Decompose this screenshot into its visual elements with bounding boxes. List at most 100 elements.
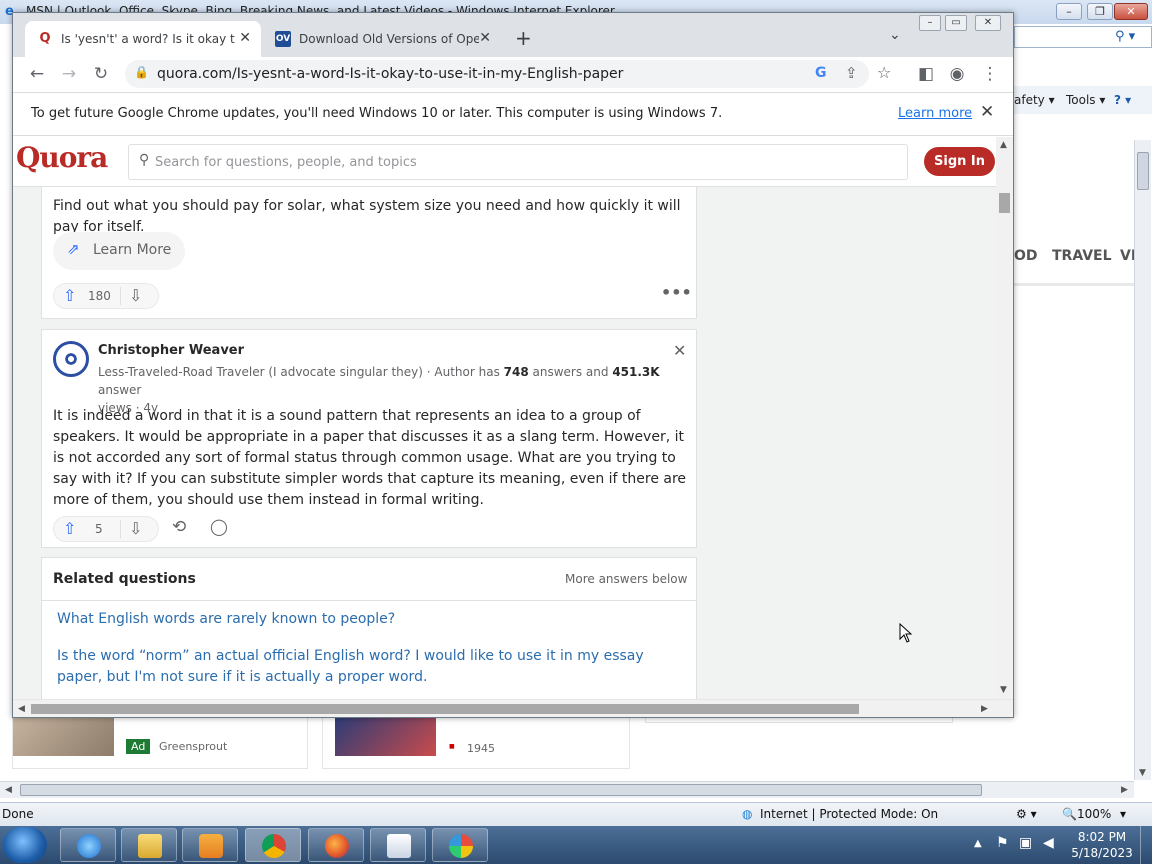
- ie-command-bar: afety ▾ Tools ▾ ? ▾: [1014, 86, 1152, 114]
- safety-menu[interactable]: afety ▾: [1014, 93, 1055, 107]
- profile-avatar-icon[interactable]: ◉: [946, 63, 968, 85]
- forward-icon[interactable]: →: [58, 63, 80, 85]
- scroll-left-icon[interactable]: ◀: [5, 785, 12, 795]
- close-infobar-icon[interactable]: ✕: [980, 102, 994, 122]
- share-icon[interactable]: ⟲: [172, 517, 186, 537]
- volume-icon[interactable]: ◀: [1043, 835, 1054, 851]
- upvote-icon[interactable]: ⇧: [63, 519, 76, 538]
- zoom-level[interactable]: 100%: [1077, 807, 1111, 821]
- bookmark-star-icon[interactable]: ☆: [877, 63, 891, 82]
- answer-text: It is indeed a word in that it is a soun…: [53, 408, 687, 508]
- credential-prefix: Less-Traveled-Road Traveler (I advocate …: [98, 365, 504, 379]
- share-icon[interactable]: ⇪: [845, 64, 858, 82]
- start-button[interactable]: [3, 827, 47, 863]
- ie-maximize-button[interactable]: ❐: [1087, 3, 1113, 20]
- minimize-button[interactable]: –: [919, 15, 941, 31]
- taskbar-firefox[interactable]: [308, 828, 364, 862]
- scroll-thumb[interactable]: [31, 704, 859, 714]
- quora-logo[interactable]: Quora: [16, 141, 108, 174]
- media-player-icon: [199, 834, 223, 858]
- scroll-thumb[interactable]: [20, 784, 982, 796]
- side-panel-icon[interactable]: ◧: [915, 63, 937, 85]
- scroll-up-icon[interactable]: ▲: [1000, 140, 1007, 150]
- related-question-link[interactable]: Is the word “norm” an actual official En…: [57, 646, 687, 688]
- scroll-right-icon[interactable]: ▶: [1121, 785, 1128, 795]
- zoom-dropdown-icon[interactable]: ▾: [1120, 807, 1126, 821]
- learn-more-link[interactable]: Learn more: [898, 106, 972, 121]
- card-image: [335, 716, 436, 756]
- answer-card: Christopher Weaver ✕ Less-Traveled-Road …: [41, 329, 697, 548]
- close-tab-icon[interactable]: ✕: [239, 30, 251, 46]
- views-count: 451.3K: [612, 365, 660, 379]
- taskbar-chrome[interactable]: [245, 828, 301, 862]
- upvote-icon[interactable]: ⇧: [63, 286, 76, 305]
- security-zone[interactable]: Internet | Protected Mode: On: [760, 807, 938, 821]
- ie-search-box[interactable]: ⚲ ▾: [1014, 26, 1152, 48]
- scroll-down-icon[interactable]: ▼: [1000, 685, 1007, 695]
- tab-strip: Q Is 'yesn't' a word? Is it okay to use …: [13, 13, 1013, 57]
- ie-vertical-scrollbar[interactable]: ▼: [1134, 140, 1151, 780]
- msn-card[interactable]: Ad Greensprout: [12, 715, 308, 769]
- author-name[interactable]: Christopher Weaver: [98, 343, 244, 358]
- help-icon[interactable]: ? ▾: [1114, 93, 1131, 107]
- action-center-icon[interactable]: ⚑: [996, 835, 1009, 851]
- scroll-left-icon[interactable]: ◀: [18, 704, 25, 714]
- comment-icon[interactable]: ◯: [210, 517, 228, 536]
- scroll-down-icon[interactable]: ▼: [1139, 768, 1146, 778]
- sign-in-button[interactable]: Sign In: [924, 147, 995, 176]
- page-vertical-scrollbar[interactable]: ▲ ▼: [996, 137, 1013, 699]
- new-tab-icon[interactable]: +: [515, 26, 532, 50]
- ie-horizontal-scrollbar[interactable]: ◀ ▶: [0, 781, 1134, 798]
- related-header: Related questions More answers below: [42, 558, 696, 601]
- search-box[interactable]: ⚲: [128, 144, 908, 180]
- search-input[interactable]: [155, 152, 895, 172]
- ie-close-button[interactable]: ✕: [1114, 3, 1148, 20]
- scroll-thumb[interactable]: [999, 193, 1010, 213]
- more-answers-label: More answers below: [565, 572, 688, 586]
- learn-more-button[interactable]: ⇗ Learn More: [53, 232, 185, 270]
- page-horizontal-scrollbar[interactable]: ◀ ▶: [13, 699, 1013, 717]
- related-question-link[interactable]: What English words are rarely known to p…: [57, 609, 687, 630]
- close-window-button[interactable]: ✕: [975, 15, 1001, 31]
- tools-menu[interactable]: Tools ▾: [1066, 93, 1105, 107]
- more-options-icon[interactable]: •••: [661, 283, 692, 302]
- close-tab-icon[interactable]: ✕: [479, 30, 491, 46]
- url-text[interactable]: quora.com/Is-yesnt-a-word-Is-it-okay-to-…: [157, 66, 623, 82]
- tab-quora[interactable]: Q Is 'yesn't' a word? Is it okay to use …: [25, 21, 261, 57]
- taskbar-explorer[interactable]: [121, 828, 177, 862]
- network-icon[interactable]: ▣: [1019, 835, 1032, 851]
- msn-nav-travel[interactable]: TRAVEL: [1052, 248, 1112, 264]
- taskbar-ie[interactable]: [60, 828, 116, 862]
- ie-minimize-button[interactable]: –: [1056, 3, 1082, 20]
- google-lens-icon[interactable]: G: [815, 65, 827, 81]
- protected-mode-icon[interactable]: ⚙ ▾: [1016, 807, 1037, 821]
- lock-icon[interactable]: 🔒: [134, 65, 149, 79]
- answers-count: 748: [503, 365, 529, 379]
- avatar[interactable]: [53, 341, 89, 377]
- system-clock[interactable]: 8:02 PM 5/18/2023: [1068, 829, 1136, 861]
- address-bar[interactable]: 🔒 quora.com/Is-yesnt-a-word-Is-it-okay-t…: [125, 60, 891, 88]
- upvote-count: 5: [95, 522, 103, 536]
- show-hidden-icons[interactable]: ▲: [974, 838, 982, 849]
- divider: [120, 520, 121, 538]
- scroll-thumb[interactable]: [1137, 152, 1149, 190]
- taskbar-media-player[interactable]: [182, 828, 238, 862]
- dismiss-icon[interactable]: ✕: [673, 341, 686, 360]
- taskbar-snipping-tool[interactable]: [370, 828, 426, 862]
- maximize-button[interactable]: ▭: [945, 15, 967, 31]
- msn-nav-food[interactable]: OD: [1014, 248, 1038, 264]
- folder-icon: [138, 834, 162, 858]
- tab-opera[interactable]: OV Download Old Versions of Opera ✕: [263, 21, 501, 57]
- show-desktop-button[interactable]: [1140, 826, 1152, 864]
- ad-card: Find out what you should pay for solar, …: [41, 187, 697, 319]
- tab-search-icon[interactable]: ⌄: [889, 27, 901, 43]
- chrome-menu-icon[interactable]: ⋮: [979, 63, 1001, 85]
- search-icon[interactable]: ⚲ ▾: [1115, 29, 1135, 44]
- scroll-right-icon[interactable]: ▶: [981, 704, 988, 714]
- back-icon[interactable]: ←: [26, 63, 48, 85]
- downvote-icon[interactable]: ⇩: [129, 519, 142, 538]
- downvote-icon[interactable]: ⇩: [129, 286, 142, 305]
- reload-icon[interactable]: ↻: [90, 63, 112, 85]
- taskbar-paint[interactable]: [432, 828, 488, 862]
- msn-card[interactable]: ■ 1945: [322, 715, 630, 769]
